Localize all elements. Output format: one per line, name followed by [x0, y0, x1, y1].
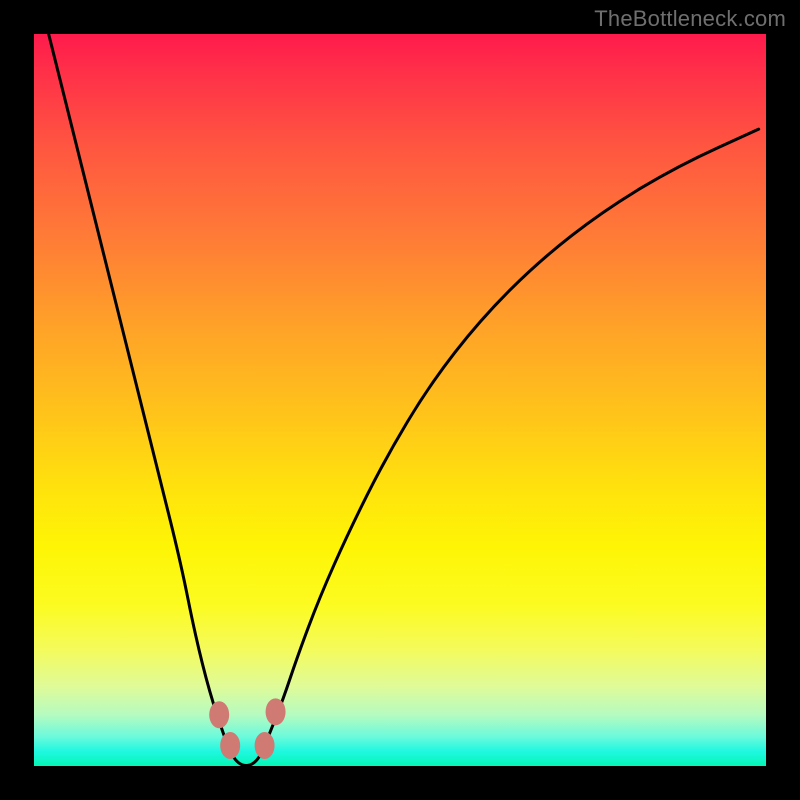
plot-area: [34, 34, 766, 766]
bottleneck-curve: [49, 34, 759, 765]
curve-layer: [34, 34, 766, 766]
left-upper-dot: [209, 701, 229, 728]
right-lower-dot: [255, 732, 275, 759]
watermark-label: TheBottleneck.com: [594, 6, 786, 32]
left-lower-dot: [220, 732, 240, 759]
chart-frame: TheBottleneck.com: [0, 0, 800, 800]
right-upper-dot: [266, 698, 286, 725]
